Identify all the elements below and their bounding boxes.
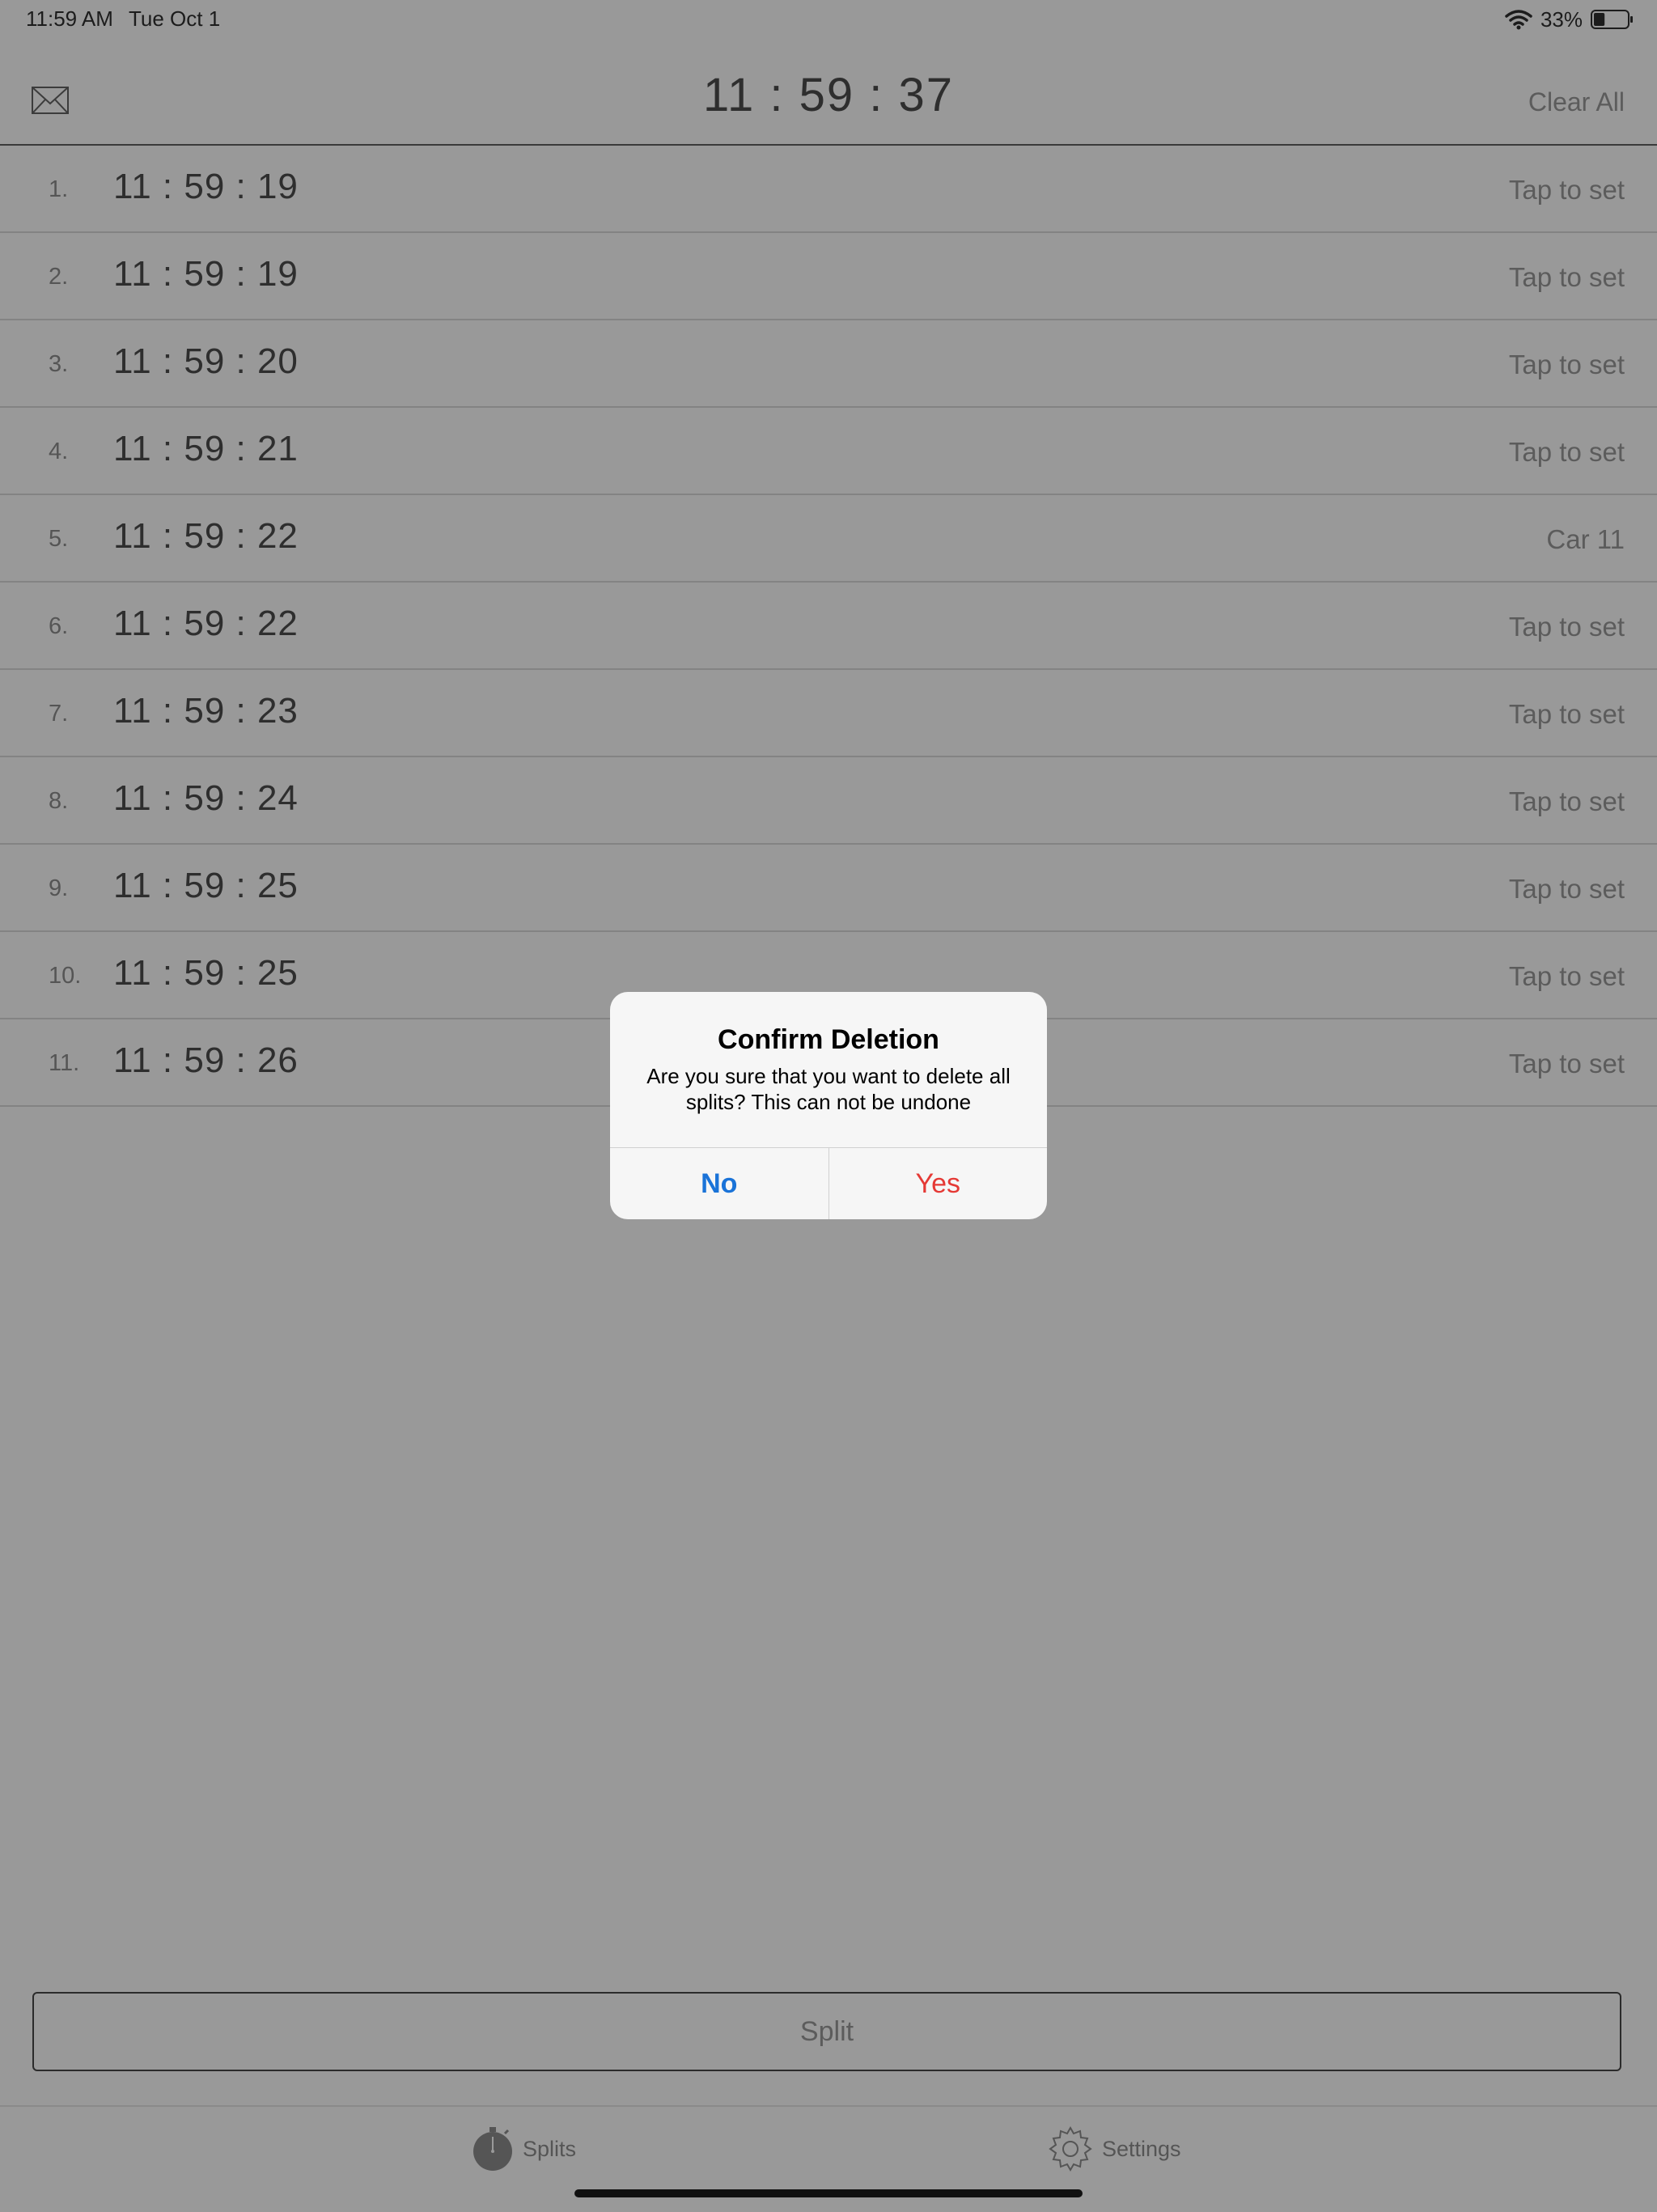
split-time: 11 : 59 : 22 — [113, 516, 299, 556]
home-indicator — [574, 2189, 1083, 2197]
split-label-button[interactable]: Tap to set — [1509, 786, 1625, 817]
split-time: 11 : 59 : 21 — [113, 429, 299, 468]
split-label-button[interactable]: Tap to set — [1509, 437, 1625, 468]
split-time: 11 : 59 : 26 — [113, 1040, 299, 1080]
status-date: Tue Oct 1 — [129, 6, 221, 31]
gear-icon — [1049, 2125, 1092, 2172]
split-row[interactable]: 3. 11 : 59 : 20 Tap to set — [0, 320, 1657, 408]
stopwatch-icon — [473, 2127, 512, 2171]
split-index: 10. — [49, 963, 82, 989]
wifi-icon — [1505, 10, 1532, 30]
battery-fill — [1594, 13, 1605, 26]
split-index: 4. — [49, 439, 69, 464]
tab-settings-label: Settings — [1102, 2136, 1181, 2161]
split-row[interactable]: 6. 11 : 59 : 22 Tap to set — [0, 583, 1657, 670]
tab-settings[interactable]: Settings — [1047, 2125, 1181, 2173]
split-label-button[interactable]: Tap to set — [1509, 350, 1625, 380]
split-label-button[interactable]: Tap to set — [1509, 961, 1625, 992]
split-index: 1. — [49, 176, 69, 202]
split-row[interactable]: 2. 11 : 59 : 19 Tap to set — [0, 233, 1657, 320]
tab-splits-label: Splits — [523, 2136, 577, 2161]
split-label-button[interactable]: Car 11 — [1546, 524, 1625, 555]
split-label-button[interactable]: Tap to set — [1509, 699, 1625, 730]
split-time: 11 : 59 : 25 — [113, 953, 299, 993]
split-button[interactable]: Split — [32, 1992, 1621, 2071]
split-label-button[interactable]: Tap to set — [1509, 1049, 1625, 1079]
dialog-message: Are you sure that you want to delete all… — [646, 1064, 1011, 1114]
split-time: 11 : 59 : 23 — [113, 691, 299, 731]
split-label-button[interactable]: Tap to set — [1509, 262, 1625, 293]
battery-icon — [1591, 10, 1633, 29]
split-label-button[interactable]: Tap to set — [1509, 612, 1625, 642]
split-time: 11 : 59 : 25 — [113, 866, 299, 905]
no-button[interactable]: No — [610, 1148, 829, 1219]
status-bar: 11:59 AM Tue Oct 1 33% — [0, 0, 1657, 40]
split-index: 2. — [49, 264, 69, 290]
split-time: 11 : 59 : 24 — [113, 778, 299, 818]
split-row[interactable]: 5. 11 : 59 : 22 Car 11 — [0, 495, 1657, 583]
clear-all-button[interactable]: Clear All — [1528, 87, 1625, 117]
status-time: 11:59 AM — [26, 6, 113, 31]
split-time: 11 : 59 : 19 — [113, 167, 299, 206]
tab-splits[interactable]: Splits — [471, 2125, 576, 2173]
split-time: 11 : 59 : 20 — [113, 341, 299, 381]
split-row[interactable]: 7. 11 : 59 : 23 Tap to set — [0, 670, 1657, 757]
split-row[interactable]: 8. 11 : 59 : 24 Tap to set — [0, 757, 1657, 845]
split-row[interactable]: 4. 11 : 59 : 21 Tap to set — [0, 408, 1657, 495]
current-time-title: 11 : 59 : 37 — [703, 69, 954, 121]
split-time: 11 : 59 : 22 — [113, 604, 299, 643]
split-index: 3. — [49, 351, 69, 377]
split-list: 1. 11 : 59 : 19 Tap to set 2. 11 : 59 : 19 Ta… — [0, 146, 1657, 1107]
confirm-deletion-dialog: Confirm Deletion Are you sure that you w… — [610, 992, 1047, 1219]
dialog-title: Confirm Deletion — [718, 1024, 939, 1055]
split-label-button[interactable]: Tap to set — [1509, 874, 1625, 905]
dialog-buttons: No Yes — [610, 1147, 1047, 1219]
split-index: 11. — [49, 1050, 80, 1076]
yes-button[interactable]: Yes — [829, 1148, 1048, 1219]
battery-percent: 33% — [1540, 6, 1583, 32]
status-indicators: 33% — [1505, 6, 1634, 32]
split-index: 5. — [49, 526, 69, 552]
split-index: 7. — [49, 701, 69, 727]
split-index: 8. — [49, 788, 69, 814]
split-time: 11 : 59 : 19 — [113, 254, 299, 294]
split-row[interactable]: 1. 11 : 59 : 19 Tap to set — [0, 146, 1657, 233]
split-row[interactable]: 9. 11 : 59 : 25 Tap to set — [0, 845, 1657, 932]
split-index: 6. — [49, 613, 69, 639]
split-label-button[interactable]: Tap to set — [1509, 175, 1625, 206]
navigation-bar: 11 : 59 : 37 Clear All — [0, 40, 1657, 146]
split-index: 9. — [49, 875, 69, 901]
